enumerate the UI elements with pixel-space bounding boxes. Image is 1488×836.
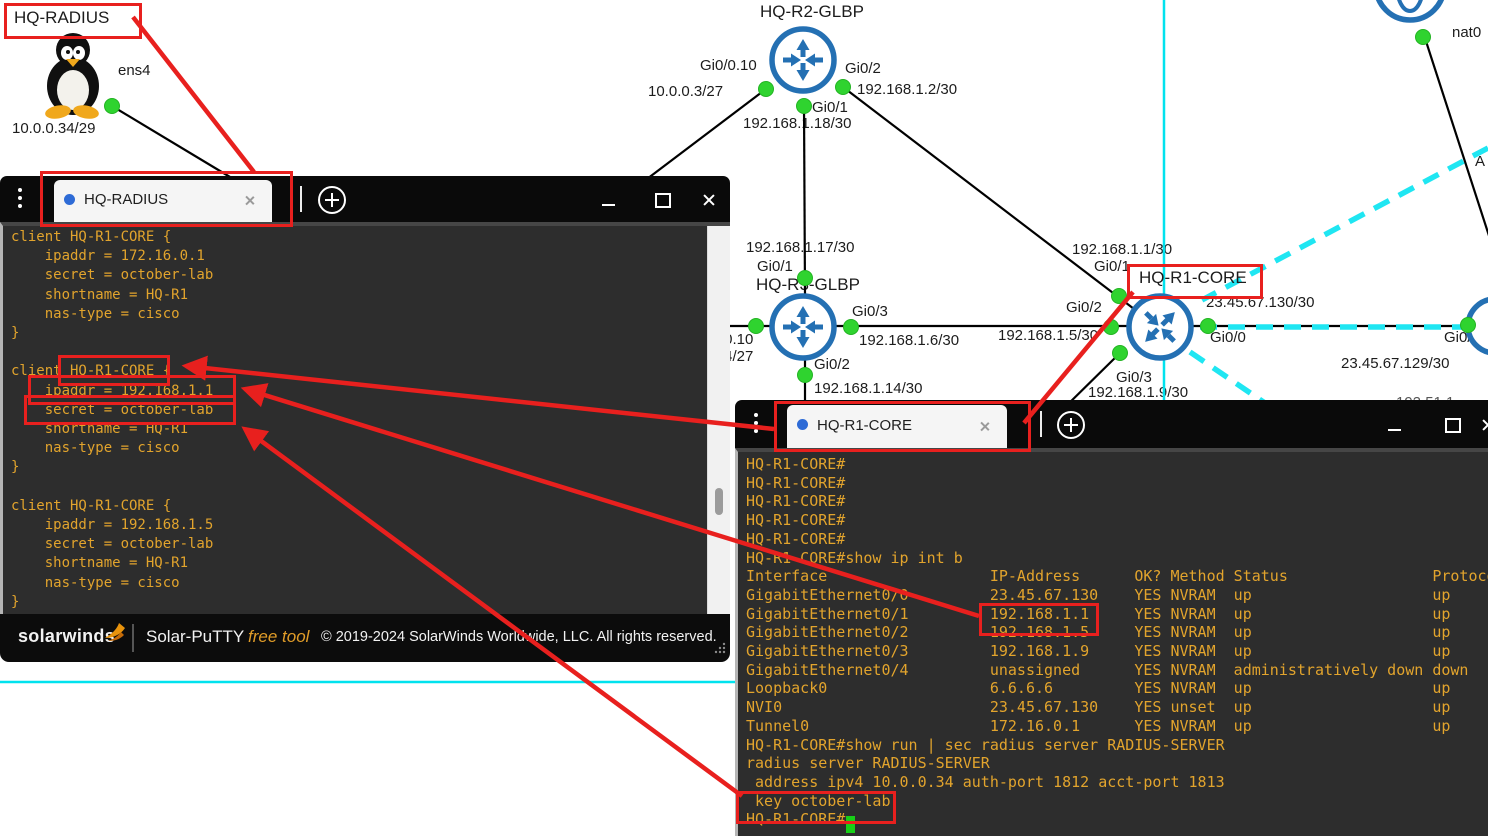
right-terminal-content: HQ-R1-CORE# HQ-R1-CORE# HQ-R1-CORE# HQ-R… [735, 448, 1488, 836]
scrollbar-thumb[interactable] [715, 488, 723, 515]
tab-hq-radius[interactable]: HQ-RADIUS [54, 180, 272, 222]
solarwinds-logo: solarwinds [18, 626, 115, 647]
left-terminal-window: HQ-RADIUS client HQ-R1-CORE { ipaddr = 1… [0, 176, 730, 662]
session-active-dot [797, 419, 808, 430]
tab-label: HQ-R1-CORE [817, 417, 912, 434]
tab-close-icon[interactable] [244, 195, 255, 206]
router-hq-r1-core-node[interactable] [1129, 296, 1191, 358]
left-terminal-content: client HQ-R1-CORE { ipaddr = 172.16.0.1 … [0, 222, 730, 618]
new-tab-icon[interactable] [318, 186, 346, 214]
close-icon[interactable] [702, 193, 716, 207]
session-active-dot [64, 194, 75, 205]
maximize-icon[interactable] [1445, 418, 1461, 433]
router-hq-r2-glbp-node[interactable] [772, 29, 834, 91]
gns3-canvas: ens4 10.0.0.34/29 HQ-R2-GLBP Gi0/0.10 10… [0, 0, 1488, 836]
tab-hq-r1-core[interactable]: HQ-R1-CORE [787, 405, 1007, 448]
scrollbar-track[interactable] [707, 226, 730, 618]
new-tab-icon[interactable] [1057, 411, 1085, 439]
maximize-icon[interactable] [655, 193, 671, 208]
left-terminal-footer: solarwinds Solar-PuTTY free tool © 2019-… [0, 614, 730, 662]
free-tool-tagline: free tool [248, 627, 309, 647]
close-icon[interactable] [1481, 418, 1488, 432]
menu-icon[interactable] [18, 188, 22, 212]
minimize-icon[interactable] [1388, 429, 1401, 431]
copyright-text: © 2019-2024 SolarWinds Worldwide, LLC. A… [321, 629, 717, 645]
right-terminal-window: HQ-R1-CORE HQ-R1-CORE# HQ-R1-CORE# HQ-R1… [735, 400, 1488, 836]
right-terminal-titlebar: HQ-R1-CORE [735, 400, 1488, 448]
solarwinds-flame-icon [104, 622, 126, 642]
node-label-hq-r1-core: HQ-R1-CORE [1139, 268, 1247, 288]
left-terminal-titlebar: HQ-RADIUS [0, 176, 730, 222]
minimize-icon[interactable] [602, 204, 615, 206]
menu-icon[interactable] [754, 413, 758, 437]
internet-globe-icon[interactable] [1376, 0, 1444, 20]
tab-close-icon[interactable] [979, 421, 990, 432]
terminal-cursor [846, 816, 855, 833]
tabbar-separator [300, 186, 302, 212]
resize-grip[interactable] [714, 642, 726, 654]
tab-label: HQ-RADIUS [84, 191, 168, 208]
footer-separator [132, 624, 134, 652]
product-name: Solar-PuTTY [146, 627, 244, 647]
node-label-hq-radius: HQ-RADIUS [14, 8, 109, 28]
router-hq-r3-glbp-node[interactable] [772, 296, 834, 358]
host-hq-radius-node[interactable] [44, 33, 100, 121]
right-terminal-text[interactable]: HQ-R1-CORE# HQ-R1-CORE# HQ-R1-CORE# HQ-R… [746, 455, 1488, 829]
left-terminal-text[interactable]: client HQ-R1-CORE { ipaddr = 172.16.0.1 … [11, 228, 213, 612]
tabbar-separator [1040, 411, 1042, 437]
